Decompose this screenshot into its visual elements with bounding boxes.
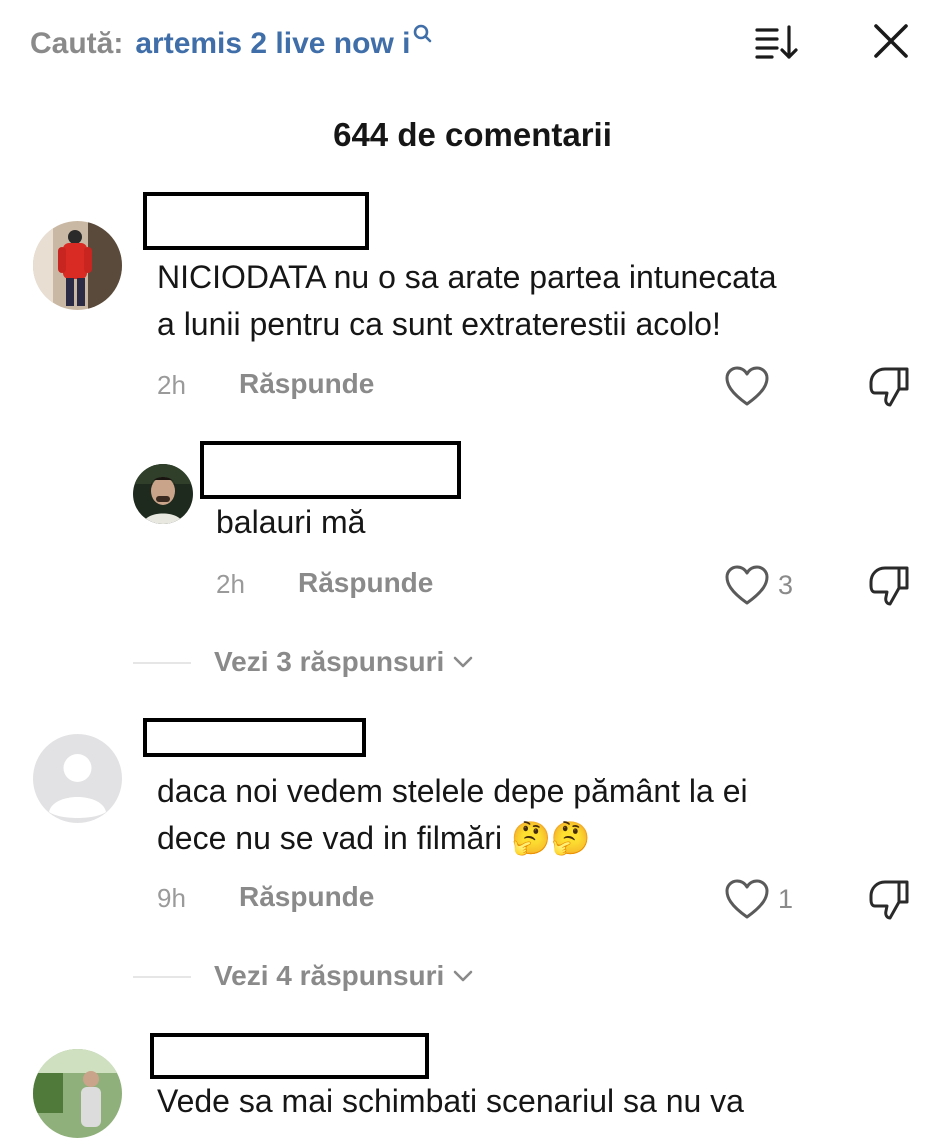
avatar-photo — [133, 464, 193, 524]
avatar[interactable] — [133, 464, 193, 524]
reply-button[interactable]: Răspunde — [239, 368, 374, 400]
view-replies-label: Vezi 4 răspunsuri — [214, 960, 445, 991]
sort-icon[interactable] — [752, 22, 800, 62]
heart-icon[interactable] — [724, 564, 770, 606]
dislike-icon[interactable] — [866, 564, 912, 608]
comment-text: Vede sa mai schimbati scenariul sa nu va — [157, 1083, 744, 1119]
default-avatar-icon[interactable] — [33, 734, 122, 823]
comment-time: 9h — [157, 883, 186, 913]
like-count: 1 — [778, 884, 794, 914]
comment-line: daca noi vedem stelele depe pământ la ei — [157, 773, 748, 809]
close-icon[interactable] — [868, 18, 914, 64]
chevron-down-icon — [454, 970, 473, 982]
search-bar[interactable]: Caută: artemis 2 live now i — [30, 22, 432, 66]
avatar[interactable] — [33, 221, 122, 310]
view-replies-button[interactable]: Vezi 3 răspunsuri — [214, 646, 474, 678]
chevron-down-icon — [454, 656, 473, 668]
comment-line: NICIODATA nu o sa arate partea intunecat… — [157, 259, 777, 295]
view-replies-label: Vezi 3 răspunsuri — [214, 646, 445, 677]
search-query[interactable]: artemis 2 live now i — [135, 27, 410, 61]
avatar-photo — [33, 1049, 122, 1138]
comment-time: 2h — [157, 370, 186, 400]
replies-divider — [133, 662, 191, 664]
comment-time: 2h — [216, 569, 245, 599]
replies-divider — [133, 976, 191, 978]
comment-line: dece nu se vad in filmări 🤔🤔 — [157, 820, 591, 856]
redacted-username — [143, 192, 369, 250]
redacted-username — [200, 441, 461, 499]
like-count: 3 — [778, 570, 794, 600]
avatar-photo — [33, 221, 122, 310]
dislike-icon[interactable] — [866, 365, 912, 409]
reply-button[interactable]: Răspunde — [239, 881, 374, 913]
redacted-username — [143, 718, 366, 757]
comment-line: a lunii pentru ca sunt extraterestii aco… — [157, 306, 721, 342]
avatar-placeholder — [33, 734, 122, 823]
avatar[interactable] — [33, 1049, 122, 1138]
comment-text: daca noi vedem stelele depe pământ la ei… — [157, 768, 748, 862]
heart-icon[interactable] — [724, 878, 770, 920]
reply-button[interactable]: Răspunde — [298, 567, 433, 599]
redacted-username — [150, 1033, 429, 1079]
comment-text: balauri mă — [216, 504, 366, 540]
comments-count-title: 644 de comentarii — [333, 116, 612, 153]
search-icon — [414, 24, 432, 43]
heart-icon[interactable] — [724, 365, 770, 407]
search-prefix: Caută: — [30, 27, 124, 60]
comment-text: NICIODATA nu o sa arate partea intunecat… — [157, 254, 777, 348]
dislike-icon[interactable] — [866, 878, 912, 922]
view-replies-button[interactable]: Vezi 4 răspunsuri — [214, 960, 474, 992]
